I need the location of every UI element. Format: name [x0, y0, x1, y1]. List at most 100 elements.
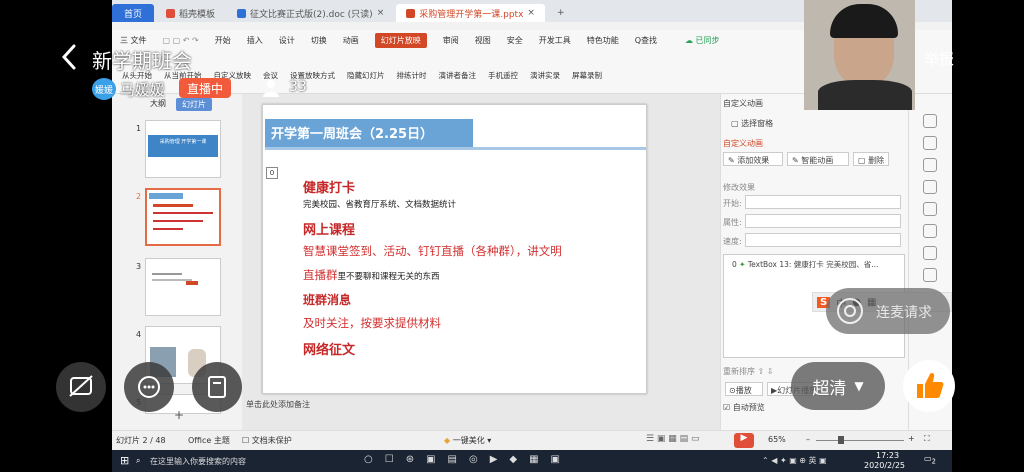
- taskbar-search-input[interactable]: 在这里输入你要搜索的内容: [150, 456, 246, 467]
- ribbon-record-talk[interactable]: 演讲实录: [530, 70, 560, 81]
- back-arrow-icon[interactable]: [60, 42, 80, 72]
- close-icon[interactable]: ×: [377, 8, 385, 18]
- taskbar-app-icons[interactable]: ○☐⊛▣▤◎▶◆▦▣: [364, 454, 572, 465]
- add-slide-button[interactable]: +: [174, 408, 184, 422]
- ribbon-hide-slide[interactable]: 隐藏幻灯片: [347, 70, 385, 81]
- ribbon-rehearse[interactable]: 排练计时: [397, 70, 427, 81]
- move-up-icon[interactable]: ⇧: [758, 367, 765, 376]
- protect-status[interactable]: ☐ 文档未保护: [242, 435, 292, 446]
- menu-animation[interactable]: 动画: [343, 35, 359, 46]
- select-icon[interactable]: [923, 114, 937, 128]
- add-effect-label: 添加效果: [737, 156, 770, 165]
- report-button[interactable]: 举报: [924, 48, 954, 69]
- current-slide[interactable]: 开学第一周班会（2.25日） 0 健康打卡 完美校园、省教育厅系统、文档数据统计…: [262, 104, 647, 394]
- windows-taskbar: ⊞ ⌕ 在这里输入你要搜索的内容 ○☐⊛▣▤◎▶◆▦▣ ⌃ ◀ ✦ ▣ ⊕ 英 …: [112, 450, 952, 472]
- delete-button[interactable]: ▢ 删除: [853, 152, 889, 166]
- menu-features[interactable]: 特色功能: [587, 35, 619, 46]
- live-status-badge: 直播中: [179, 78, 232, 98]
- start-select[interactable]: [745, 195, 901, 209]
- menu-home[interactable]: 开始: [215, 35, 231, 46]
- section-modify-effect: 修改效果: [723, 183, 755, 192]
- animation-tag[interactable]: 0: [266, 167, 278, 179]
- menu-transition[interactable]: 切换: [311, 35, 327, 46]
- menu-search[interactable]: Q查找: [635, 35, 657, 46]
- grid-icon[interactable]: [923, 246, 937, 260]
- thumb-number: 4: [136, 330, 142, 339]
- tab-slides[interactable]: 幻灯片: [176, 98, 212, 111]
- ribbon-speaker-notes[interactable]: 演讲者备注: [439, 70, 477, 81]
- ribbon-label: 演讲者备注: [438, 71, 477, 80]
- close-icon[interactable]: ×: [527, 8, 535, 18]
- system-tray-icons[interactable]: ⌃ ◀ ✦ ▣ ⊕ 英 ▣: [762, 455, 827, 466]
- host-name[interactable]: 马媛媛: [120, 79, 165, 100]
- windows-start-icon[interactable]: ⊞: [120, 454, 129, 467]
- slide-thumbnail-3[interactable]: [145, 258, 221, 316]
- cloud-sync-status[interactable]: ☁ 已同步: [685, 35, 720, 46]
- speed-select[interactable]: [745, 233, 901, 247]
- menu-insert[interactable]: 插入: [247, 35, 263, 46]
- ribbon-phone-remote[interactable]: 手机遥控: [488, 70, 518, 81]
- slide-thumbnail-1[interactable]: 采购管理 开学第一课: [145, 120, 221, 178]
- notes-pane[interactable]: 单击此处添加备注: [242, 394, 647, 414]
- property-select[interactable]: [745, 214, 901, 228]
- zoom-slider[interactable]: [816, 440, 904, 441]
- play-slideshow-button[interactable]: ▶: [734, 433, 754, 448]
- select-pane-link[interactable]: ▢ 选择窗格: [731, 118, 773, 129]
- quality-selector[interactable]: 超清 ▼: [791, 362, 885, 410]
- live-title: 新学期班会: [92, 49, 192, 73]
- autopreview-checkbox[interactable]: ☑ 自动预览: [723, 402, 765, 413]
- label-speed: 速度:: [723, 237, 742, 246]
- thumb-line: [153, 212, 213, 214]
- ribbon-screen-record[interactable]: 屏幕录制: [572, 70, 602, 81]
- move-down-icon[interactable]: ⇩: [767, 367, 774, 376]
- search-icon[interactable]: ⌕: [136, 456, 140, 466]
- menu-design[interactable]: 设计: [279, 35, 295, 46]
- brush-icon[interactable]: [923, 224, 937, 238]
- animation-list-item[interactable]: 0 ✦ TextBox 13: 健康打卡 完美校园、省...: [732, 259, 878, 270]
- tab-docer[interactable]: 稻壳模板: [156, 4, 225, 22]
- like-button[interactable]: [903, 360, 955, 412]
- menu-view[interactable]: 视图: [475, 35, 491, 46]
- play-button[interactable]: ⊙播放: [725, 382, 763, 396]
- view-mode-icons[interactable]: ☰ ▣ ▦ ▤ ▭: [646, 434, 700, 444]
- thumb-number: 2: [136, 192, 142, 201]
- zoom-out-icon[interactable]: –: [806, 435, 810, 444]
- slide-heading-health: 健康打卡: [303, 181, 356, 196]
- slide-thumbnail-2[interactable]: [145, 188, 221, 246]
- menu-file[interactable]: 三 文件: [120, 35, 147, 46]
- live-stream-screen: 首页 稻壳模板 征文比赛正式版(2).doc (只读) × 采购管理开学第一课.p…: [0, 0, 1024, 472]
- location-icon[interactable]: [923, 180, 937, 194]
- menu-slideshow[interactable]: 幻灯片放映: [374, 32, 427, 48]
- thumb-number: 3: [136, 262, 142, 271]
- zoom-in-icon[interactable]: +: [908, 434, 915, 443]
- thumb-arrow: [186, 281, 198, 285]
- shape-icon[interactable]: [923, 158, 937, 172]
- zoom-thumb[interactable]: [838, 436, 844, 444]
- smart-animation-button[interactable]: ✎ 智能动画: [787, 152, 849, 166]
- comment-button[interactable]: [124, 362, 174, 412]
- tab-pptx[interactable]: 采购管理开学第一课.pptx ×: [396, 4, 545, 22]
- slide-title-box[interactable]: 开学第一周班会（2.25日）: [265, 119, 473, 147]
- share-button[interactable]: [192, 362, 242, 412]
- tab-doc[interactable]: 征文比赛正式版(2).doc (只读) ×: [227, 4, 394, 22]
- caret-down-icon: ▼: [854, 379, 864, 393]
- screen-toggle-button[interactable]: [56, 362, 106, 412]
- fit-window-icon[interactable]: ⛶: [924, 434, 930, 444]
- connect-request-button[interactable]: 连麦请求: [826, 288, 950, 334]
- person-icon[interactable]: [923, 202, 937, 216]
- menu-security[interactable]: 安全: [507, 35, 523, 46]
- new-tab-button[interactable]: +: [547, 4, 575, 22]
- menu-developer[interactable]: 开发工具: [539, 35, 571, 46]
- quick-access-icons[interactable]: ▢ ▢ ↶ ↷: [163, 36, 199, 45]
- menu-review[interactable]: 审阅: [443, 35, 459, 46]
- thumb-line: [152, 273, 182, 275]
- notification-icon[interactable]: ▭2: [924, 454, 936, 466]
- beautify-button[interactable]: ◆ 一键美化 ▾: [444, 435, 491, 446]
- tab-home[interactable]: 首页: [112, 4, 155, 22]
- host-avatar[interactable]: 媛媛: [92, 78, 116, 100]
- chart-icon[interactable]: [923, 268, 937, 282]
- copy-icon[interactable]: [923, 136, 937, 150]
- add-effect-button[interactable]: ✎ 添加效果: [723, 152, 783, 166]
- slide-title: 开学第一周班会（2.25日）: [271, 127, 434, 142]
- ppt-icon: [406, 8, 416, 18]
